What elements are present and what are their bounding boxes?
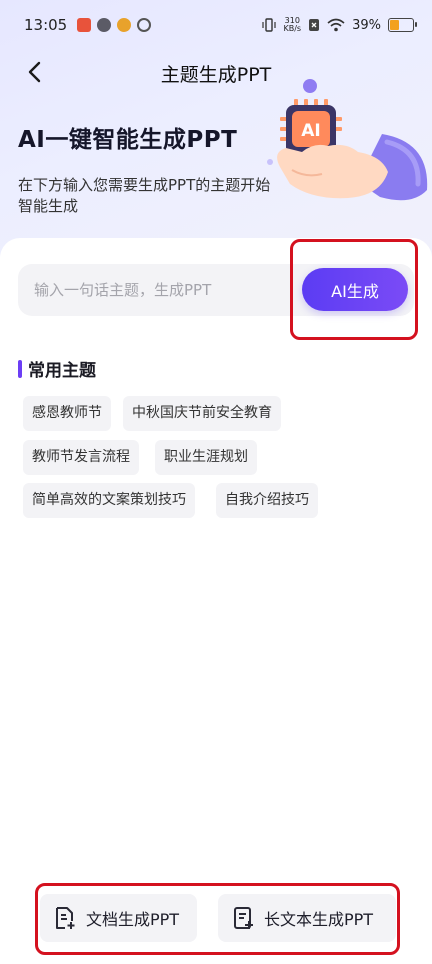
long-text-add-icon [234, 907, 253, 929]
topic-chip[interactable]: 中秋国庆节前安全教育 [123, 396, 281, 431]
status-bar: 13:05 310 KB/s 39% [0, 0, 432, 50]
common-topics-heading: 常用主题 [18, 356, 96, 381]
ai-generate-button[interactable]: AI生成 [302, 268, 408, 311]
wifi-icon [327, 18, 345, 32]
battery-cap [415, 22, 417, 27]
notification-app-icon [137, 18, 152, 32]
document-add-icon [56, 907, 75, 929]
long-text-to-ppt-button[interactable]: 长文本生成PPT [218, 894, 396, 942]
notification-app-icon [77, 18, 92, 32]
notification-app-icon [97, 18, 112, 32]
topic-input[interactable] [18, 264, 288, 316]
status-right: 310 KB/s 39% [262, 17, 417, 33]
section-label: 常用主题 [28, 361, 96, 381]
battery-fill [390, 20, 400, 30]
topic-chip[interactable]: 自我介绍技巧 [216, 483, 318, 518]
status-left: 13:05 [24, 16, 152, 34]
battery-percent: 39% [352, 17, 381, 33]
long-text-to-ppt-label: 长文本生成PPT [264, 910, 374, 929]
topic-chip[interactable]: 职业生涯规划 [155, 440, 257, 475]
weibo-icon [117, 18, 132, 32]
topic-chip[interactable]: 教师节发言流程 [23, 440, 139, 475]
doc-to-ppt-label: 文档生成PPT [86, 910, 180, 929]
vibrate-icon [262, 18, 277, 32]
hero-title: AI一键智能生成PPT [18, 127, 238, 153]
topic-chip[interactable]: 感恩教师节 [23, 396, 111, 431]
content-card [0, 238, 432, 964]
status-time: 13:05 [24, 16, 68, 34]
topic-chip[interactable]: 简单高效的文案策划技巧 [23, 483, 195, 518]
net-speed: 310 KB/s [283, 17, 301, 33]
chip-ai-label: AI [301, 121, 320, 141]
section-accent-bar [18, 359, 22, 378]
ai-chip-hand-illustration: AI [267, 79, 428, 201]
doc-to-ppt-button[interactable]: 文档生成PPT [40, 894, 197, 942]
net-speed-unit: KB/s [283, 24, 302, 33]
battery-icon [388, 18, 417, 32]
sim-icon [309, 19, 320, 31]
hero-subtitle: 在下方输入您需要生成PPT的主题开始智能生成 [18, 176, 271, 215]
